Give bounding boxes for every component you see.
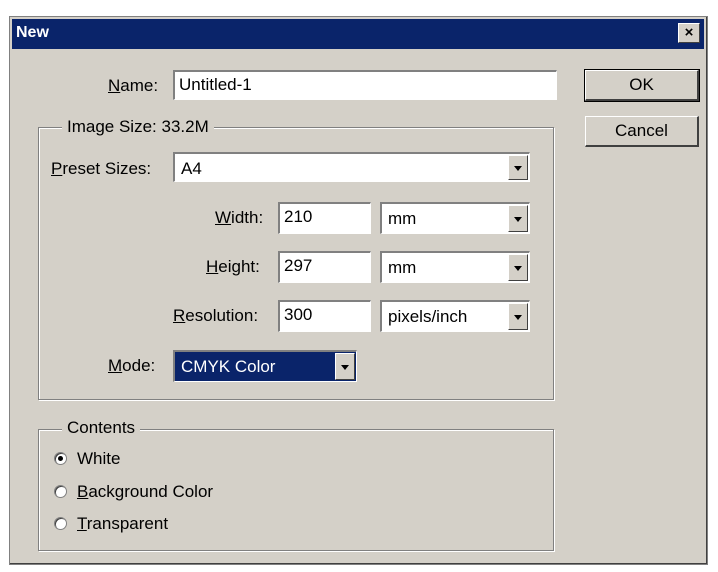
close-icon: ×	[684, 24, 694, 41]
resolution-label: Resolution:	[173, 306, 259, 325]
chevron-down-icon[interactable]	[508, 303, 528, 330]
chevron-down-icon[interactable]	[508, 254, 528, 281]
width-unit-select[interactable]: mm	[380, 202, 530, 234]
radio-button[interactable]	[54, 517, 67, 530]
name-input[interactable]: Untitled-1	[173, 70, 557, 100]
height-unit-select[interactable]: mm	[380, 251, 530, 283]
new-document-dialog: New × Name: Untitled-1 OK Cancel Image S…	[9, 16, 708, 565]
close-button[interactable]: ×	[678, 23, 700, 43]
chevron-down-icon[interactable]	[508, 155, 528, 180]
mode-select[interactable]: CMYK Color	[173, 350, 357, 382]
chevron-down-icon[interactable]	[335, 353, 355, 380]
chevron-down-icon[interactable]	[508, 205, 528, 232]
title-bar[interactable]: New ×	[12, 19, 704, 49]
dialog-title: New	[16, 24, 49, 41]
ok-button[interactable]: OK	[584, 69, 700, 102]
radio-button[interactable]	[54, 485, 67, 498]
resolution-unit-value: pixels/inch	[388, 307, 468, 326]
width-unit-value: mm	[388, 209, 417, 228]
height-label: Height:	[206, 257, 260, 276]
resolution-unit-select[interactable]: pixels/inch	[380, 300, 530, 332]
radio-button[interactable]	[54, 452, 67, 465]
width-input[interactable]: 210	[278, 202, 371, 234]
height-unit-value: mm	[388, 258, 417, 277]
cancel-button[interactable]: Cancel	[585, 116, 699, 147]
height-input[interactable]: 297	[278, 251, 371, 283]
name-label: Name:	[108, 76, 159, 95]
contents-title: Contents	[62, 418, 141, 438]
preset-sizes-select[interactable]: A4	[173, 152, 530, 182]
radio-label: Transparent	[77, 514, 169, 533]
width-label: Width:	[215, 208, 264, 227]
image-size-title: Image Size: 33.2M	[62, 117, 214, 137]
preset-sizes-label: Preset Sizes:	[51, 159, 152, 178]
resolution-input[interactable]: 300	[278, 300, 371, 332]
radio-label: Background Color	[77, 482, 214, 501]
mode-label: Mode:	[108, 356, 156, 375]
radio-label: White	[77, 449, 121, 468]
preset-sizes-value: A4	[181, 159, 202, 178]
mode-value: CMYK Color	[181, 357, 276, 376]
